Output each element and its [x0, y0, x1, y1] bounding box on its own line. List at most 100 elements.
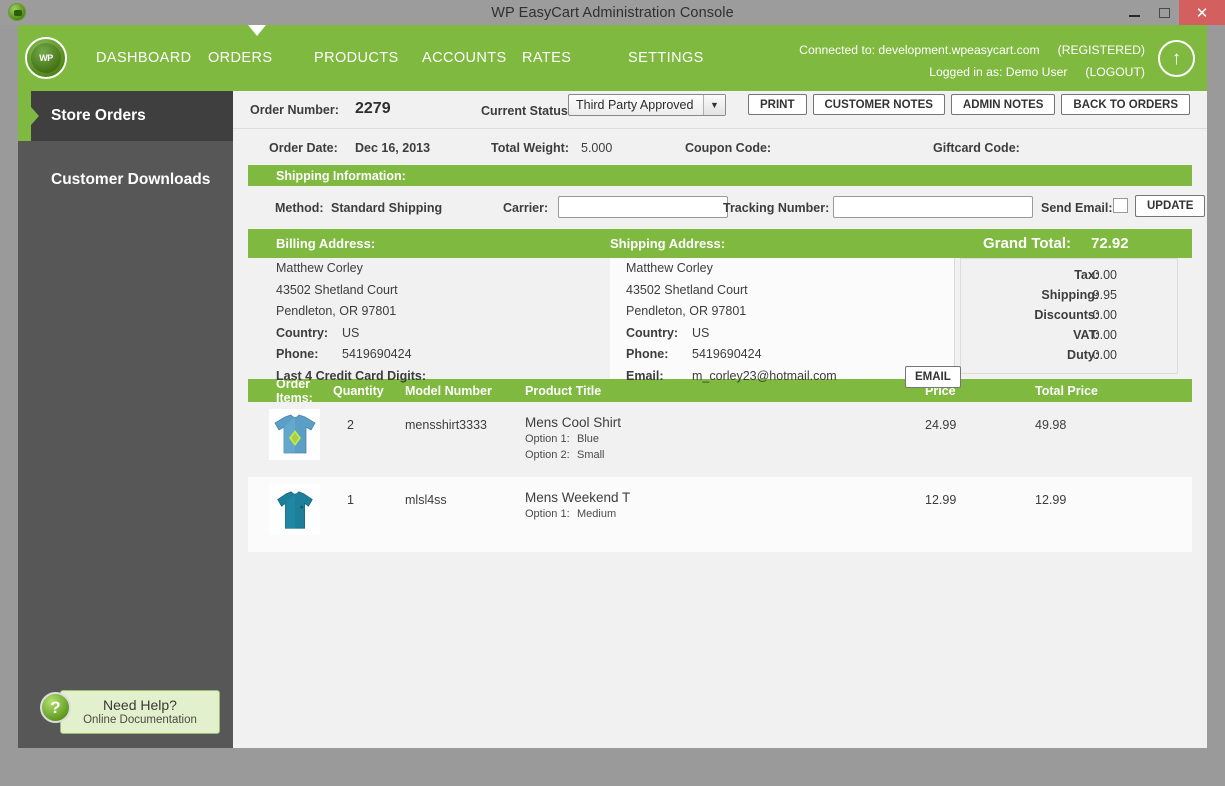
email-button[interactable]: EMAIL [905, 366, 961, 388]
nav-item-accounts[interactable]: ACCOUNTS [422, 50, 522, 66]
item-option-row: Option 2: Small [525, 448, 925, 462]
shipping-phone-row: Phone:5419690424 [626, 344, 837, 366]
billing-address-block: Matthew Corley 43502 Shetland Court Pend… [276, 258, 426, 387]
order-date-label: Order Date: [269, 141, 338, 155]
shipping-country-row: Country:US [626, 323, 837, 345]
close-button[interactable]: ✕ [1179, 0, 1225, 25]
update-button[interactable]: UPDATE [1135, 195, 1205, 217]
order-header-row: Order Number: 2279 Current Status: Third… [233, 91, 1207, 129]
shipping-country-value: US [692, 326, 709, 340]
upload-button[interactable]: ↑ [1158, 40, 1195, 77]
help-widget[interactable]: Need Help? Online Documentation ? [40, 690, 220, 734]
item-total-price: 49.98 [1035, 402, 1145, 477]
billing-country-row: Country:US [276, 323, 426, 345]
nav-item-orders[interactable]: ORDERS [208, 50, 314, 66]
sidebar-item-store-orders[interactable]: Store Orders [18, 91, 233, 141]
billing-address-header: Billing Address: [248, 236, 610, 251]
vat-value: 0.00 [1093, 325, 1117, 345]
totals-row-discounts: Discounts: 0.00 [961, 305, 1177, 325]
chevron-down-icon[interactable]: ▼ [703, 95, 725, 115]
table-row[interactable]: 1 mlsl4ss Mens Weekend T Option 1: Mediu… [248, 477, 1192, 552]
connection-info: Connected to: development.wpeasycart.com… [799, 39, 1145, 83]
admin-notes-button[interactable]: ADMIN NOTES [951, 94, 1056, 115]
nav-item-rates[interactable]: RATES [522, 50, 628, 66]
item-option-key: Option 2: [525, 448, 577, 462]
totals-row-shipping: Shipping: 9.95 [961, 285, 1177, 305]
registered-badge: (REGISTERED) [1058, 39, 1145, 61]
billing-cc-label: Last 4 Credit Card Digits: [276, 366, 426, 388]
status-select-value: Third Party Approved [569, 98, 693, 112]
status-select[interactable]: Third Party Approved ▼ [568, 94, 726, 116]
total-weight-value: 5.000 [581, 141, 612, 155]
nav-item-products[interactable]: PRODUCTS [314, 50, 422, 66]
current-status-label: Current Status: [481, 104, 572, 118]
shipping-address-block: Matthew Corley 43502 Shetland Court Pend… [626, 258, 837, 387]
tracking-number-input[interactable] [833, 196, 1033, 218]
item-model-number: mlsl4ss [405, 477, 525, 552]
billing-phone-label: Phone: [276, 344, 342, 366]
shipping-phone-label: Phone: [626, 344, 692, 366]
shipping-email-label: Email: [626, 366, 692, 388]
table-row[interactable]: 2 mensshirt3333 Mens Cool Shirt Option 1… [248, 402, 1192, 477]
shipping-name: Matthew Corley [626, 258, 837, 280]
maximize-button[interactable] [1149, 0, 1179, 25]
wpeasycart-logo: WP [25, 37, 67, 79]
tshirt-icon [271, 413, 319, 457]
send-email-label: Send Email: [1041, 201, 1113, 215]
back-to-orders-button[interactable]: BACK TO ORDERS [1061, 94, 1190, 115]
print-button[interactable]: PRINT [748, 94, 807, 115]
item-product-title: Mens Cool Shirt [525, 415, 925, 430]
nav-item-dashboard[interactable]: DASHBOARD [96, 50, 208, 66]
carrier-input[interactable] [558, 196, 728, 218]
item-option-value: Small [577, 448, 605, 462]
top-navigation: WP DASHBOARD ORDERS PRODUCTS ACCOUNTS RA… [18, 25, 1207, 91]
order-items-table: Order Items: Quantity Model Number Produ… [248, 379, 1192, 552]
logout-link[interactable]: (LOGOUT) [1085, 61, 1145, 83]
nav-item-settings[interactable]: SETTINGS [628, 50, 728, 66]
logo-cart-icon: WP [31, 43, 61, 73]
order-date-value: Dec 16, 2013 [355, 141, 430, 155]
minimize-button[interactable] [1119, 0, 1149, 25]
tax-value: 0.00 [1093, 265, 1117, 285]
main-content: Order Number: 2279 Current Status: Third… [233, 91, 1207, 748]
send-email-checkbox[interactable] [1113, 198, 1128, 213]
coupon-code-label: Coupon Code: [685, 141, 771, 155]
discounts-value: 0.00 [1093, 305, 1117, 325]
sidebar: Store Orders Customer Downloads Need Hel… [18, 91, 233, 748]
shipping-information-header: Shipping Information: [248, 165, 1192, 186]
method-value: Standard Shipping [331, 201, 442, 215]
giftcard-code-label: Giftcard Code: [933, 141, 1020, 155]
shipping-email-row: Email:m_corley23@hotmail.com [626, 366, 837, 388]
grand-total-header: Grand Total: 72.92 [955, 235, 1192, 252]
total-weight-label: Total Weight: [491, 141, 569, 155]
item-option-key: Option 1: [525, 507, 577, 521]
billing-street: 43502 Shetland Court [276, 280, 426, 302]
sidebar-item-customer-downloads[interactable]: Customer Downloads [18, 155, 233, 205]
help-box[interactable]: Need Help? Online Documentation [60, 690, 220, 734]
customer-notes-button[interactable]: CUSTOMER NOTES [813, 94, 945, 115]
title-bar: WP EasyCart Administration Console ✕ [0, 0, 1225, 25]
address-section: Billing Address: Shipping Address: Grand… [248, 229, 1192, 379]
window-controls: ✕ [1119, 0, 1225, 25]
billing-citystate: Pendleton, OR 97801 [276, 301, 426, 323]
shipping-phone-value: 5419690424 [692, 347, 762, 361]
shipping-street: 43502 Shetland Court [626, 280, 837, 302]
shipping-email-value: m_corley23@hotmail.com [692, 369, 837, 383]
grand-total-label: Grand Total: [983, 235, 1071, 252]
maximize-icon [1159, 8, 1170, 18]
product-thumbnail [269, 409, 320, 460]
shipping-country-label: Country: [626, 323, 692, 345]
duty-value: 0.00 [1093, 345, 1117, 365]
column-total-price: Total Price [1035, 384, 1145, 398]
item-option-row: Option 1: Medium [525, 507, 925, 521]
shipping-cost-value: 9.95 [1093, 285, 1117, 305]
billing-phone-value: 5419690424 [342, 347, 412, 361]
app-icon [8, 3, 26, 21]
totals-row-vat: VAT: 0.00 [961, 325, 1177, 345]
item-product-title: Mens Weekend T [525, 490, 925, 505]
application-window: WP EasyCart Administration Console ✕ WP … [0, 0, 1225, 786]
item-product-cell: Mens Weekend T Option 1: Medium [525, 477, 925, 552]
address-body: Matthew Corley 43502 Shetland Court Pend… [248, 258, 1192, 379]
billing-country-value: US [342, 326, 359, 340]
tshirt-icon [272, 487, 318, 533]
